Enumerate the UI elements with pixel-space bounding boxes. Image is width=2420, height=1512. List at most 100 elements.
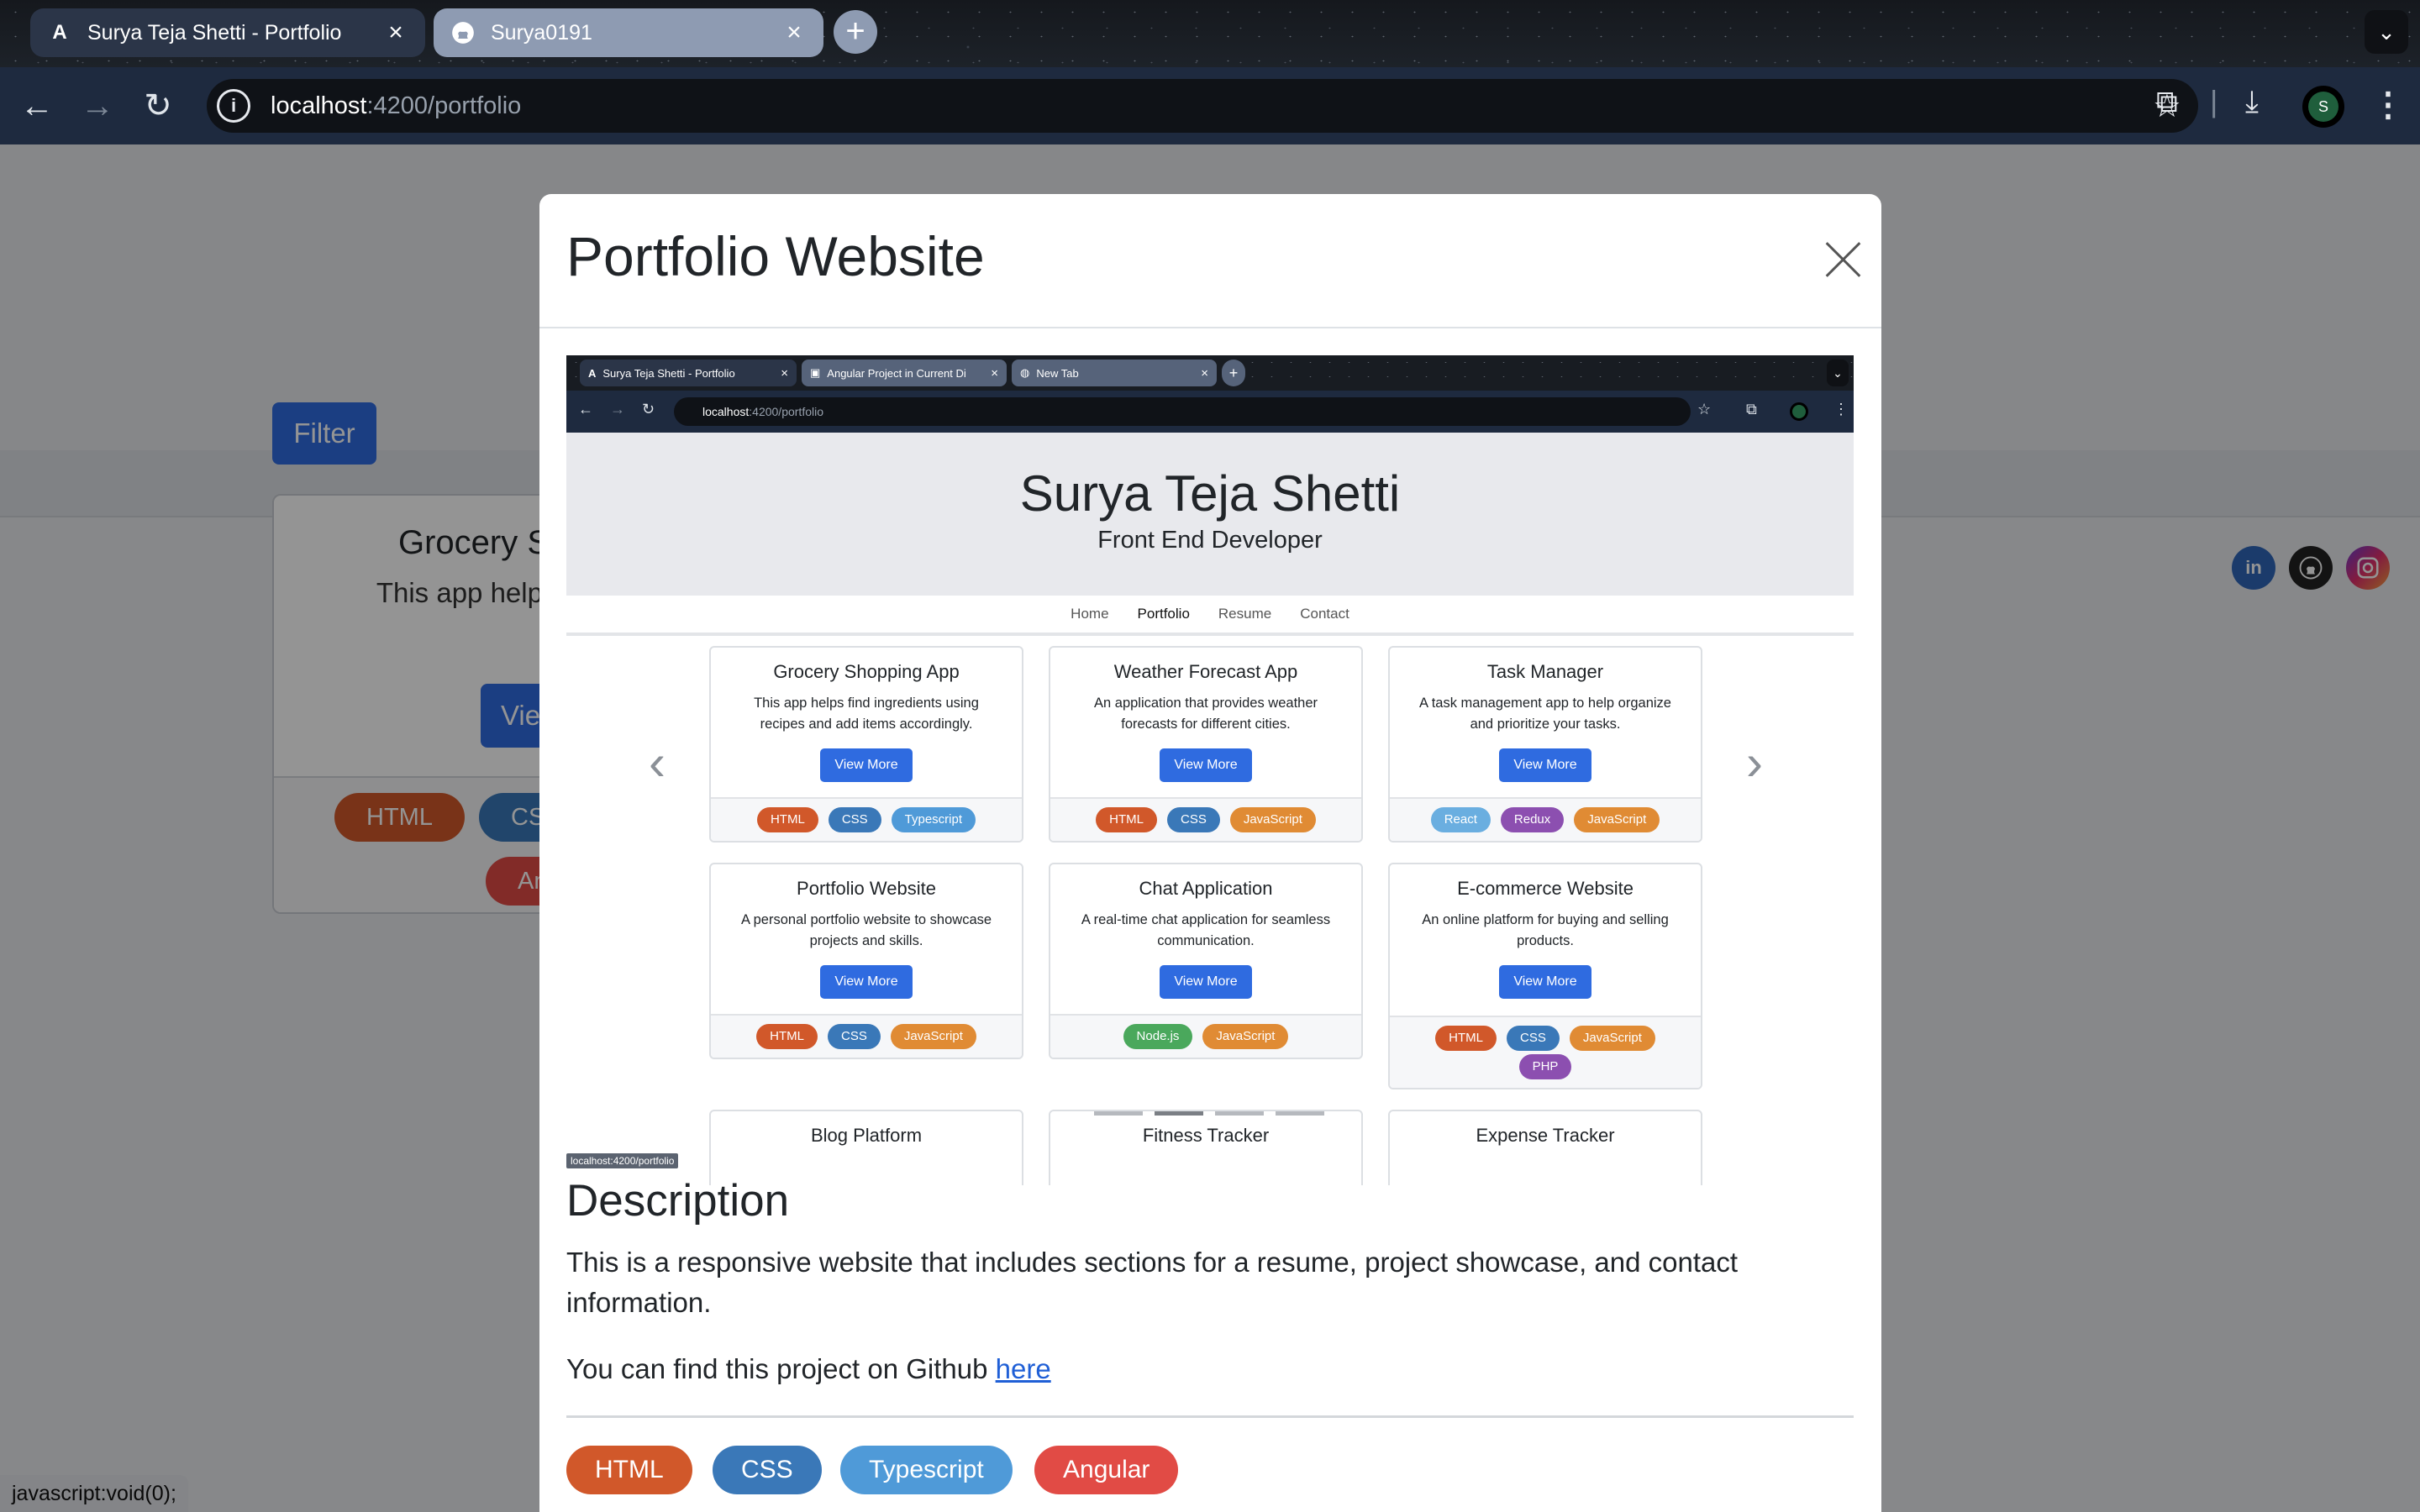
project-screenshot: A Surya Teja Shetti - Portfolio × ▣ Angular…: [566, 355, 1854, 1185]
screenshot-tab: A Surya Teja Shetti - Portfolio ×: [580, 360, 797, 386]
new-tab-button[interactable]: +: [834, 10, 877, 54]
card-title: Fitness Tracker: [1142, 1125, 1270, 1146]
carousel-next-icon: ›: [1746, 734, 1763, 790]
screenshot-tab-title: Angular Project in Current Di: [827, 366, 966, 380]
tab-title: Surya Teja Shetti - Portfolio: [87, 20, 342, 45]
card-desc: A real-time chat application for seamles…: [1081, 912, 1331, 948]
card-footer: HTML CSS JavaScript: [711, 1014, 1022, 1058]
project-modal: Portfolio Website A Surya Teja Shetti - P…: [539, 194, 1881, 1512]
nav-portfolio: Portfolio: [1137, 606, 1190, 622]
browser-tab-strip: A Surya Teja Shetti - Portfolio × Surya0…: [0, 0, 2420, 67]
screenshot-tab-title: New Tab: [1036, 366, 1079, 380]
tag-pill: JavaScript: [1229, 807, 1316, 832]
description-text: This is a responsive website that includ…: [566, 1247, 1739, 1318]
screenshot-hero: Surya Teja Shetti Front End Developer: [566, 433, 1854, 596]
card-footer: Node.js JavaScript: [1050, 1014, 1361, 1058]
forward-arrow-icon[interactable]: →: [74, 82, 121, 129]
screenshot-project-card: Fitness Tracker: [1049, 1110, 1363, 1185]
address-bar[interactable]: i localhost:4200/portfolio ☆: [207, 79, 2198, 133]
card-desc: A task management app to help organize a…: [1419, 696, 1671, 732]
tag-pill: React: [1430, 807, 1491, 832]
carousel-indicator: [1215, 1111, 1264, 1116]
back-arrow-icon: ←: [578, 401, 593, 417]
url-path: :4200/portfolio: [366, 92, 522, 119]
card-desc: An online platform for buying and sellin…: [1422, 912, 1669, 948]
card-footer: HTML CSS JavaScript PHP: [1390, 1016, 1701, 1088]
github-link[interactable]: here: [996, 1353, 1051, 1384]
github-text: You can find this project on Github: [566, 1353, 996, 1384]
extensions-icon[interactable]: ⧉: [2156, 84, 2178, 120]
tag-pill: Redux: [1500, 807, 1565, 832]
view-more-button: View More: [1499, 748, 1591, 782]
carousel-indicator: [1276, 1111, 1324, 1116]
screenshot-address-bar: localhost:4200/portfolio: [674, 397, 1691, 426]
nav-contact: Contact: [1300, 606, 1349, 622]
tab-title: Surya0191: [491, 20, 592, 45]
screenshot-toolbar: ← → ↻ localhost:4200/portfolio ☆ ⧉ ⋮: [566, 391, 1854, 433]
browser-toolbar: ← → ↻ i localhost:4200/portfolio ☆ ⧉ | ⤓…: [0, 67, 2420, 144]
carousel-prev-icon: ‹: [649, 734, 666, 790]
tag-pill: CSS: [1506, 1026, 1560, 1051]
browser-menu-icon[interactable]: ⋮: [2371, 86, 2405, 124]
close-icon[interactable]: [1823, 239, 1864, 280]
screenshot-nav: Home Portfolio Resume Contact: [566, 596, 1854, 636]
screenshot-project-card: Blog Platform: [709, 1110, 1023, 1185]
download-icon[interactable]: ⤓: [2245, 84, 2259, 120]
tag-pill: HTML: [1096, 807, 1157, 832]
close-tab-icon: ×: [1201, 365, 1208, 381]
view-more-button: View More: [820, 965, 913, 999]
card-footer: HTML CSS Typescript: [711, 797, 1022, 841]
url-host: localhost: [702, 405, 750, 418]
reload-icon: ↻: [642, 401, 655, 417]
card-title: E-commerce Website: [1457, 878, 1634, 899]
card-title: Chat Application: [1139, 878, 1273, 899]
tag-pill: HTML: [1435, 1026, 1497, 1051]
card-desc: This app helps find ingredients using re…: [754, 696, 979, 732]
screenshot-project-card: Grocery Shopping App This app helps find…: [709, 646, 1023, 843]
hero-name: Surya Teja Shetti: [1019, 465, 1401, 522]
screenshot-project-card: Task Manager A task management app to he…: [1388, 646, 1702, 843]
screenshot-tab: ◍ New Tab ×: [1012, 360, 1217, 386]
nav-resume: Resume: [1218, 606, 1272, 622]
angular-icon: A: [588, 366, 597, 380]
github-line: You can find this project on Github here: [566, 1353, 1051, 1385]
site-info-icon[interactable]: i: [217, 89, 250, 123]
tag-pill: Typescript: [840, 1446, 1013, 1494]
new-tab-icon: +: [1222, 360, 1245, 386]
close-tab-icon: ×: [781, 365, 788, 381]
page-icon: ▣: [810, 366, 821, 379]
screenshot-tab-strip: A Surya Teja Shetti - Portfolio × ▣ Angular…: [566, 355, 1854, 391]
close-tab-icon[interactable]: ×: [383, 18, 408, 47]
card-desc: An application that provides weather for…: [1094, 696, 1318, 732]
carousel-indicator: [1094, 1111, 1143, 1116]
modal-title: Portfolio Website: [566, 225, 985, 287]
avatar: [1790, 402, 1808, 421]
tag-pill: Angular: [1034, 1446, 1179, 1494]
bookmark-star-icon: ☆: [1697, 401, 1712, 417]
tag-pill: PHP: [1518, 1054, 1572, 1079]
close-tab-icon[interactable]: ×: [781, 18, 807, 47]
profile-avatar[interactable]: S: [2299, 82, 2348, 131]
url-text: localhost:4200/portfolio: [271, 92, 521, 120]
url-path: :4200/portfolio: [749, 405, 823, 418]
screenshot-project-card: E-commerce Website An online platform fo…: [1388, 863, 1702, 1089]
back-arrow-icon[interactable]: ←: [13, 82, 60, 129]
screenshot-status-bar: localhost:4200/portfolio: [566, 1153, 679, 1168]
card-title: Weather Forecast App: [1113, 661, 1298, 682]
card-footer: HTML CSS JavaScript: [1050, 797, 1361, 841]
tab-github[interactable]: Surya0191 ×: [434, 8, 823, 57]
screenshot-project-card: Portfolio Website A personal portfolio w…: [709, 863, 1023, 1059]
screenshot-project-card: Weather Forecast App An application that…: [1049, 646, 1363, 843]
chevron-down-icon: ⌄: [1827, 360, 1849, 386]
nav-home: Home: [1071, 606, 1109, 622]
tab-search-chevron-icon[interactable]: ⌄: [2365, 10, 2408, 54]
screenshot-tab: ▣ Angular Project in Current Di ×: [802, 360, 1007, 386]
card-title: Task Manager: [1486, 661, 1604, 682]
reload-icon[interactable]: ↻: [134, 82, 182, 129]
tag-pill: CSS: [1166, 807, 1220, 832]
view-more-button: View More: [820, 748, 913, 782]
divider: [566, 1415, 1854, 1418]
tab-portfolio[interactable]: A Surya Teja Shetti - Portfolio ×: [30, 8, 425, 57]
screenshot-project-card: Chat Application A real-time chat applic…: [1049, 863, 1363, 1059]
forward-arrow-icon: →: [610, 401, 625, 417]
